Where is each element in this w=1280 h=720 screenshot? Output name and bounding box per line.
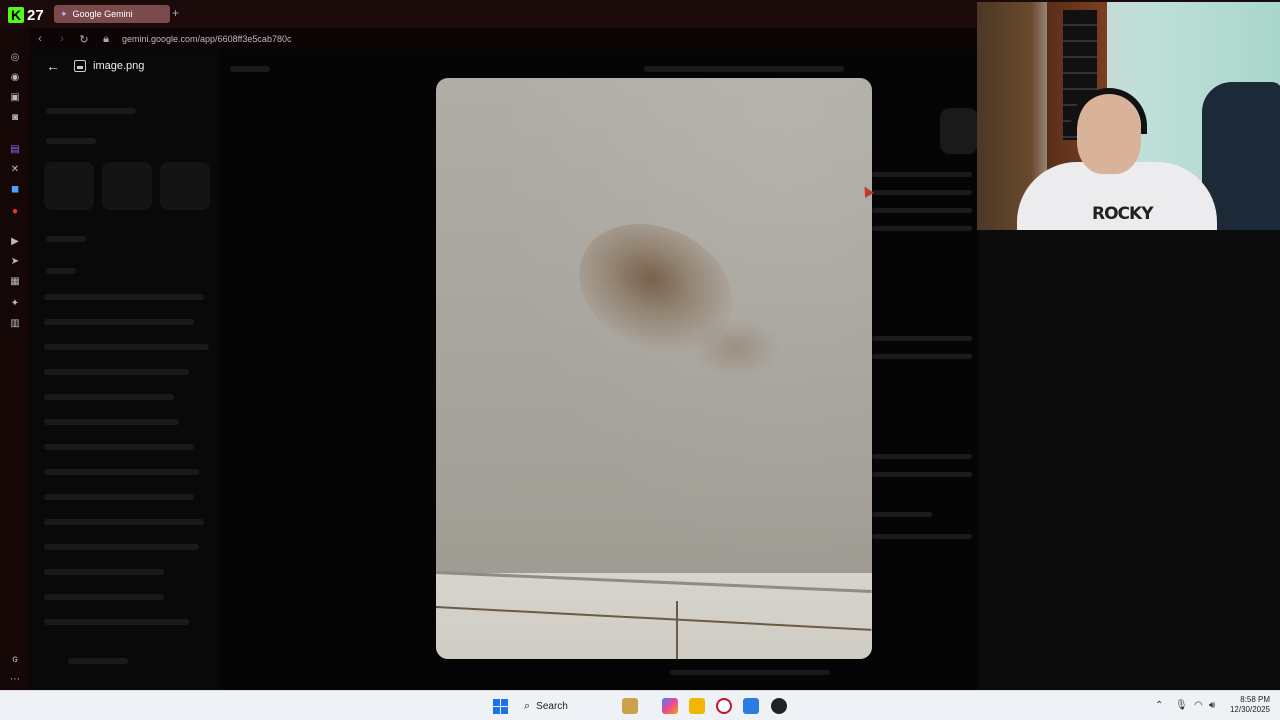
dim-line <box>872 472 972 477</box>
screen: K 27 ✦ Google Gemini + ‹ › ↻ 🔒︎ gemini.g… <box>0 0 1280 720</box>
dim-line <box>872 512 932 517</box>
games-icon[interactable]: ✦ <box>9 298 21 310</box>
more-icon[interactable]: ⋯ <box>9 674 21 686</box>
dim-line <box>44 569 164 575</box>
back-icon[interactable]: ‹ <box>34 33 46 45</box>
dim-block <box>940 108 978 154</box>
search-icon: ⌕ <box>524 699 531 712</box>
url-field[interactable]: gemini.google.com/app/6608ff3e5cab780c <box>122 34 291 44</box>
webcam-overlay: ROCKY <box>977 2 1280 230</box>
search-label: Search <box>536 700 568 712</box>
close-viewer-back-icon[interactable]: ← <box>46 59 60 73</box>
volume-icon[interactable]: 🔊︎ <box>1209 700 1215 711</box>
dim-line <box>44 419 179 425</box>
dim-line <box>872 336 972 341</box>
brand-count: 27 <box>27 6 44 24</box>
tray-chevron-icon[interactable]: ⌃ <box>1155 700 1163 711</box>
twitch-icon[interactable]: ▤ <box>9 144 21 156</box>
chatgpt-icon[interactable]: ◎ <box>9 52 21 64</box>
dim-line <box>44 369 189 375</box>
address-bar: ‹ › ↻ 🔒︎ gemini.google.com/app/6608ff3e5… <box>30 28 978 50</box>
dim-line <box>872 454 972 459</box>
dim-line <box>68 658 128 664</box>
clock-time: 8:58 PM <box>1240 695 1270 704</box>
taskbar-clock[interactable]: 8:58 PM 12/30/2025 <box>1226 695 1270 715</box>
microphone-icon[interactable]: 🎙︎ <box>1175 700 1188 711</box>
dim-line <box>44 594 164 600</box>
copilot-icon[interactable] <box>662 698 678 714</box>
dim-line <box>872 208 972 213</box>
dim-line <box>44 319 194 325</box>
obs-icon[interactable] <box>771 698 787 714</box>
viewer-file-name: image.png <box>93 60 145 72</box>
dim-line <box>44 444 194 450</box>
widgets-icon[interactable] <box>622 698 638 714</box>
gemini-sidebar-dimmed <box>30 50 220 690</box>
dim-thumb <box>102 162 152 210</box>
dim-line <box>872 172 972 177</box>
windows-start-icon[interactable] <box>493 699 508 714</box>
dim-line <box>44 294 204 300</box>
dim-line <box>872 226 972 231</box>
x-icon[interactable]: ✕ <box>9 164 21 176</box>
player-icon[interactable]: ▶ <box>9 236 21 248</box>
tab-google-gemini[interactable]: ✦ Google Gemini <box>54 5 170 23</box>
reload-icon[interactable]: ↻ <box>78 33 90 46</box>
box-icon[interactable]: ▥ <box>9 318 21 330</box>
dim-line <box>46 138 96 144</box>
dim-line <box>46 236 86 242</box>
discord-icon[interactable]: ◙ <box>9 112 21 124</box>
wall-shading <box>436 78 872 659</box>
kick-logo-icon: K <box>8 7 24 23</box>
dim-thumb <box>44 162 94 210</box>
dim-line <box>872 534 972 539</box>
gx-icon[interactable]: ɢ <box>9 654 21 666</box>
dim-line <box>872 354 972 359</box>
claude-icon[interactable]: ◉ <box>9 72 21 84</box>
dim-line <box>644 66 844 72</box>
youtube-icon[interactable]: ● <box>9 206 21 218</box>
dim-line <box>44 494 194 500</box>
dim-line <box>230 66 270 72</box>
map-icon[interactable]: ▦ <box>9 276 21 288</box>
dim-line <box>670 670 830 675</box>
dim-line <box>44 344 209 350</box>
dim-line <box>44 544 199 550</box>
dim-line <box>44 519 204 525</box>
browser-sidebar: ◎ ◉ ▣ ◙ ▤ ✕ ◼ ● ▶ ➤ ▦ ✦ ▥ ɢ ⋯ <box>0 28 30 690</box>
windows-taskbar: ⌕ Search ⌃ 🎙︎ ◠ 🔊︎ 8:58 PM 12/30/2025 <box>0 690 1280 720</box>
messenger-icon[interactable]: ▣ <box>9 92 21 104</box>
lock-icon[interactable]: 🔒︎ <box>100 33 112 46</box>
image-preview <box>436 78 872 659</box>
gemini-spark-icon: ✦ <box>60 8 68 19</box>
kick-brand[interactable]: K 27 <box>8 5 48 25</box>
notepad-icon[interactable] <box>743 698 759 714</box>
file-explorer-icon[interactable] <box>689 698 705 714</box>
image-file-icon <box>74 60 86 72</box>
opera-gx-icon[interactable] <box>716 698 732 714</box>
dim-line <box>46 108 136 114</box>
dim-line <box>46 268 76 274</box>
forward-icon[interactable]: › <box>56 33 68 45</box>
dim-line <box>44 619 189 625</box>
send-icon[interactable]: ➤ <box>9 256 21 268</box>
dim-line <box>44 394 174 400</box>
tab-title: Google Gemini <box>72 9 133 19</box>
tile-grout-vertical <box>676 601 678 659</box>
clock-date: 12/30/2025 <box>1229 705 1270 714</box>
new-tab-button[interactable]: + <box>172 6 179 20</box>
bitwarden-icon[interactable]: ◼ <box>9 184 21 196</box>
dim-thumb <box>160 162 210 210</box>
dim-line <box>872 190 972 195</box>
wall-stain-faint <box>691 318 781 378</box>
floor-tile <box>436 573 872 659</box>
dim-line <box>44 469 199 475</box>
wifi-icon[interactable]: ◠ <box>1194 700 1203 711</box>
shirt-text: ROCKY <box>1092 204 1154 224</box>
